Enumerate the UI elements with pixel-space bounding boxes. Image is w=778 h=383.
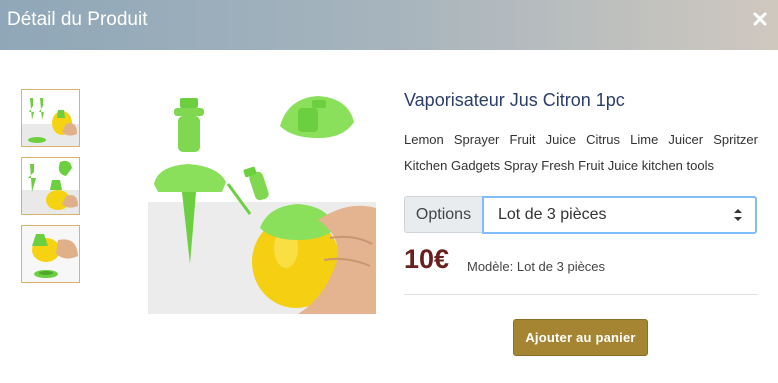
- options-selected-value: Lot de 3 pièces: [498, 206, 607, 223]
- options-label: Options: [404, 196, 482, 233]
- product-model: Modèle: Lot de 3 pièces: [467, 259, 606, 274]
- product-main-image: [148, 88, 376, 314]
- product-thumbnail-3[interactable]: [21, 225, 80, 283]
- options-select[interactable]: Lot de 3 pièces: [482, 196, 757, 234]
- add-to-cart-button[interactable]: Ajouter au panier: [513, 319, 648, 356]
- product-thumbnail-1[interactable]: [21, 89, 80, 147]
- product-title: Vaporisateur Jus Citron 1pc: [404, 90, 625, 110]
- select-caret-icon: [733, 208, 743, 227]
- product-description-line-2: Kitchen Gadgets Spray Fresh Fruit Juice …: [404, 158, 714, 173]
- modal-header: Détail du Produit: [0, 0, 778, 50]
- divider: [404, 294, 758, 295]
- product-price: 10€: [404, 244, 450, 274]
- product-description-line-1: Lemon Sprayer Fruit Juice Citrus Lime Ju…: [404, 132, 758, 147]
- close-icon[interactable]: [750, 9, 770, 29]
- modal-title: Détail du Produit: [7, 9, 148, 30]
- product-thumbnail-2[interactable]: [21, 157, 80, 215]
